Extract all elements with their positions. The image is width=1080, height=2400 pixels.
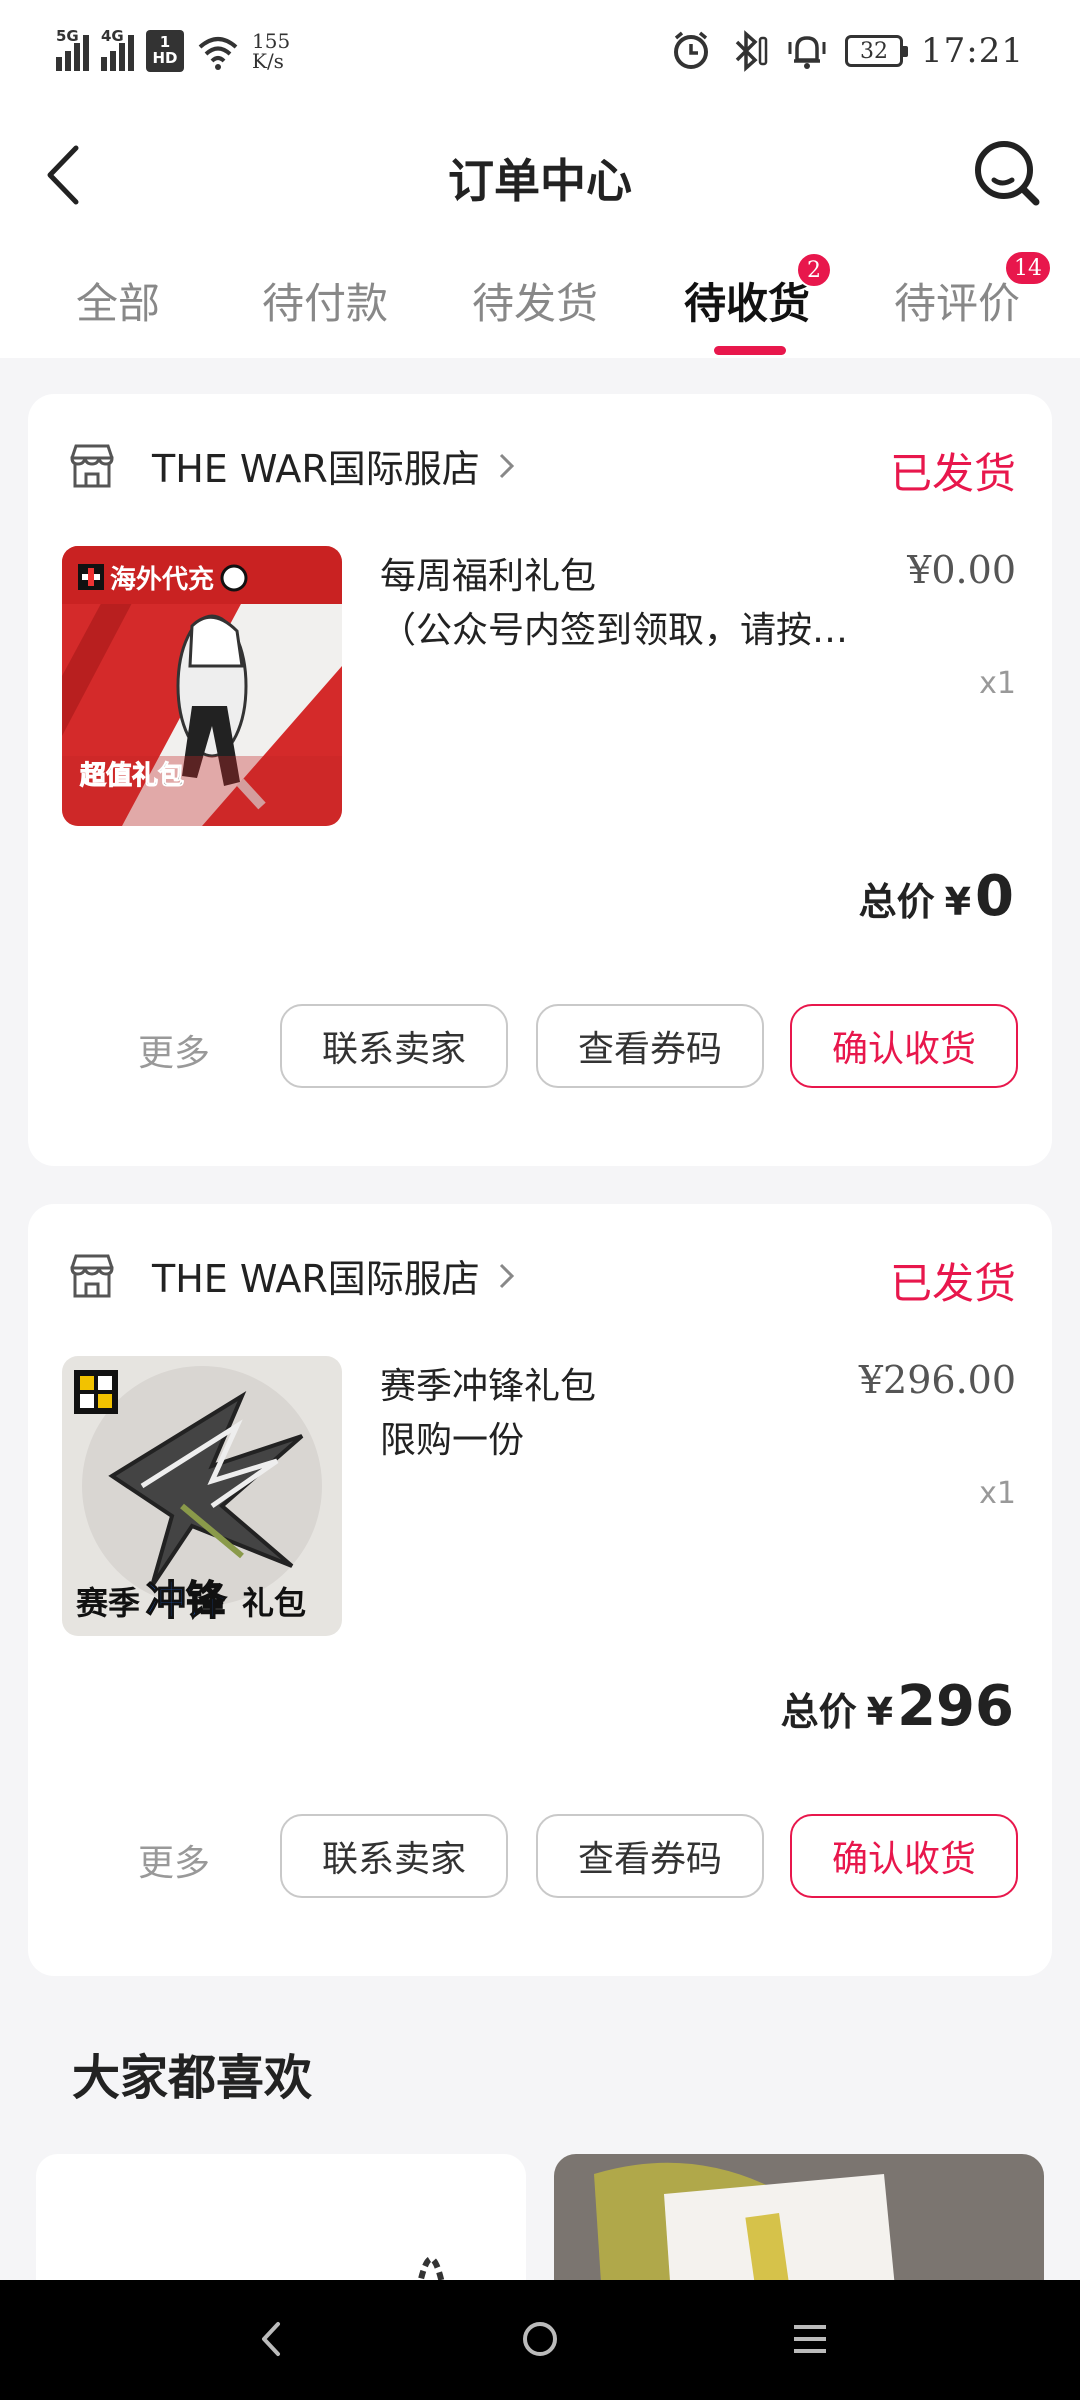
- total-value: 0: [975, 864, 1014, 929]
- product-title[interactable]: 赛季冲锋礼包 限购一份: [380, 1360, 880, 1468]
- status-bar-right: 32 17:21: [671, 30, 1024, 72]
- confirm-receipt-button[interactable]: 确认收货: [790, 1004, 1018, 1088]
- system-menu-icon[interactable]: [788, 2314, 832, 2364]
- thumb-text-b: 冲锋: [146, 1578, 227, 1624]
- active-tab-indicator: [714, 346, 786, 355]
- store-icon: [70, 1254, 114, 1297]
- product-image[interactable]: 海外代充 超值礼包: [62, 546, 342, 826]
- product-title-line1: 每周福利礼包: [380, 556, 597, 597]
- nav-bar: 订单中心: [0, 110, 1080, 240]
- tab-pending-payment[interactable]: 待付款: [262, 270, 388, 331]
- wifi-icon: [198, 37, 238, 70]
- status-bar: 5G 4G 1 HD 155 K/s 32 17:21: [0, 0, 1080, 110]
- network-speed: 155 K/s: [252, 31, 290, 71]
- product-image[interactable]: 赛季 冲锋 礼包: [62, 1356, 342, 1636]
- order-card: THE WAR国际服店 已发货 海外代充 超值礼包 每周福利礼包 （公众号内签到…: [28, 394, 1052, 1166]
- system-nav-bar: [0, 2280, 1080, 2400]
- contact-seller-button[interactable]: 联系卖家: [280, 1814, 508, 1898]
- product-title[interactable]: 每周福利礼包 （公众号内签到领取，请按要求填写收货信息）: [380, 550, 880, 658]
- order-status: 已发货: [889, 449, 1016, 498]
- product-quantity: x1: [979, 666, 1016, 701]
- more-button[interactable]: 更多: [138, 1834, 210, 1886]
- order-status-tabs: 全部 待付款 待发货 待收货 2 待评价 14: [0, 240, 1080, 358]
- product-title-line1: 赛季冲锋礼包: [380, 1366, 597, 1407]
- order-actions: 更多 联系卖家 查看券码 确认收货: [28, 1814, 1052, 1898]
- total-label: 总价: [780, 1690, 857, 1734]
- hd-bottom: HD: [152, 49, 178, 67]
- product-price: ¥0.00: [907, 548, 1016, 592]
- bell-vibrate-icon: [788, 36, 826, 69]
- total-currency: ¥: [866, 1690, 894, 1734]
- product-price: ¥296.00: [858, 1358, 1016, 1402]
- recommend-section-title: 大家都喜欢: [72, 2050, 313, 2106]
- hd-voice-icon: 1 HD: [146, 30, 184, 72]
- total-currency: ¥: [944, 880, 972, 924]
- battery-level: 32: [860, 38, 889, 64]
- thumb-text-a: 赛季: [76, 1584, 140, 1622]
- system-back-icon[interactable]: [252, 2314, 292, 2364]
- order-total: 总价 ¥ 0: [859, 864, 1014, 929]
- total-label: 总价: [858, 880, 935, 924]
- status-bar-left: 5G 4G 1 HD 155 K/s: [56, 27, 290, 72]
- order-card: THE WAR国际服店 已发货 赛季 冲锋 礼包 赛季冲锋礼包 限购一份 ¥29…: [28, 1204, 1052, 1976]
- clock: 17:21: [921, 31, 1024, 71]
- product-title-line2: （公众号内签到领取，请按要求填写收货信息）: [380, 610, 850, 651]
- contact-seller-button[interactable]: 联系卖家: [280, 1004, 508, 1088]
- tab-all[interactable]: 全部: [76, 270, 160, 331]
- store-name: THE WAR国际服店: [152, 447, 480, 491]
- bluetooth-icon: [735, 30, 768, 72]
- thumb-text-c: 礼包: [242, 1584, 306, 1622]
- tab-pending-review[interactable]: 待评价: [894, 270, 1024, 331]
- signal-5g-label: 5G: [56, 27, 79, 45]
- order-actions: 更多 联系卖家 查看券码 确认收货: [28, 1004, 1052, 1088]
- thumb-text-bottom: 超值礼包: [80, 760, 184, 791]
- chevron-right-icon: [499, 1263, 514, 1288]
- order-total: 总价 ¥ 296: [781, 1674, 1014, 1739]
- view-code-button[interactable]: 查看券码: [536, 1814, 764, 1898]
- signal-5g-icon: 5G: [56, 27, 89, 71]
- alarm-icon: [674, 31, 709, 69]
- chevron-right-icon: [499, 453, 514, 478]
- page-title: 订单中心: [448, 154, 632, 208]
- product-title-line2: 限购一份: [380, 1420, 525, 1461]
- order-status: 已发货: [889, 1259, 1016, 1308]
- signal-4g-icon: 4G: [101, 27, 134, 71]
- system-home-icon[interactable]: [518, 2314, 562, 2364]
- speed-unit: K/s: [252, 49, 284, 73]
- tab-pending-receipt[interactable]: 待收货: [684, 270, 810, 331]
- total-value: 296: [897, 1674, 1014, 1739]
- tab-pending-receipt-badge: 2: [796, 252, 832, 288]
- tab-pending-shipment[interactable]: 待发货: [472, 270, 598, 331]
- search-icon[interactable]: [972, 136, 1042, 210]
- view-code-button[interactable]: 查看券码: [536, 1004, 764, 1088]
- store-icon: [70, 444, 114, 487]
- more-button[interactable]: 更多: [138, 1024, 210, 1076]
- tab-pending-review-badge: 14: [1004, 250, 1052, 286]
- store-name: THE WAR国际服店: [152, 1257, 480, 1301]
- thumb-text-top: 海外代充: [110, 564, 214, 595]
- signal-4g-label: 4G: [101, 27, 124, 45]
- store-link[interactable]: THE WAR国际服店: [66, 438, 518, 493]
- battery-icon: 32: [845, 35, 909, 67]
- speed-value: 155: [252, 29, 291, 53]
- product-quantity: x1: [979, 1476, 1016, 1511]
- confirm-receipt-button[interactable]: 确认收货: [790, 1814, 1018, 1898]
- store-link[interactable]: THE WAR国际服店: [66, 1248, 518, 1303]
